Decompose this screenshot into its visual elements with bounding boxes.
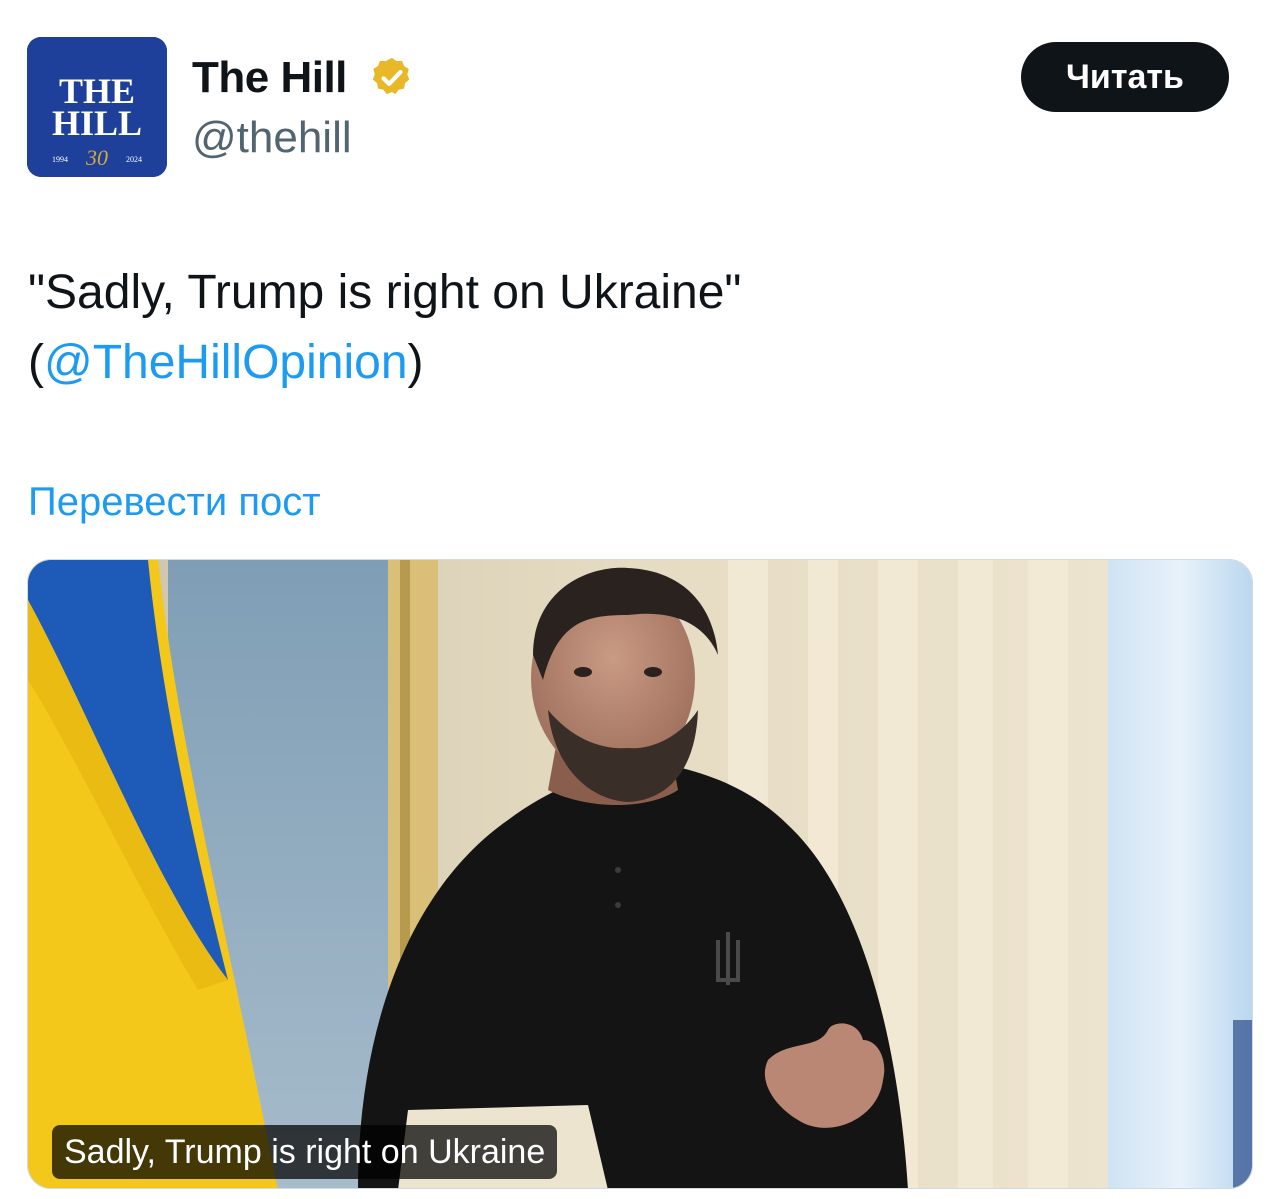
logo-year-end: 2024 bbox=[126, 155, 142, 164]
author-handle[interactable]: @thehill bbox=[192, 112, 352, 164]
close-paren: ) bbox=[407, 336, 424, 389]
read-button[interactable]: Читать bbox=[1021, 42, 1229, 112]
post-text-line-2: (@TheHillOpinion) bbox=[28, 328, 1248, 398]
the-hill-logo: THE HILL 1994 30 2024 bbox=[27, 37, 167, 177]
author-name[interactable]: The Hill bbox=[192, 52, 347, 104]
open-paren: ( bbox=[28, 336, 44, 389]
translate-post-link[interactable]: Перевести пост bbox=[28, 478, 321, 526]
article-photo bbox=[28, 560, 1252, 1188]
logo-line-2: HILL bbox=[52, 103, 142, 143]
post-view: THE HILL 1994 30 2024 The Hill @thehill … bbox=[0, 0, 1280, 1199]
author-avatar[interactable]: THE HILL 1994 30 2024 bbox=[27, 37, 167, 177]
logo-year-start: 1994 bbox=[52, 155, 68, 164]
verified-badge-icon bbox=[372, 57, 410, 95]
card-caption: Sadly, Trump is right on Ukraine bbox=[52, 1125, 558, 1179]
logo-anniversary: 30 bbox=[85, 145, 108, 170]
link-preview-card[interactable]: Sadly, Trump is right on Ukraine bbox=[27, 559, 1253, 1189]
post-text-line-1: "Sadly, Trump is right on Ukraine" bbox=[28, 266, 742, 319]
post-text: "Sadly, Trump is right on Ukraine" (@The… bbox=[28, 258, 1248, 398]
mention-link[interactable]: @TheHillOpinion bbox=[44, 336, 408, 389]
